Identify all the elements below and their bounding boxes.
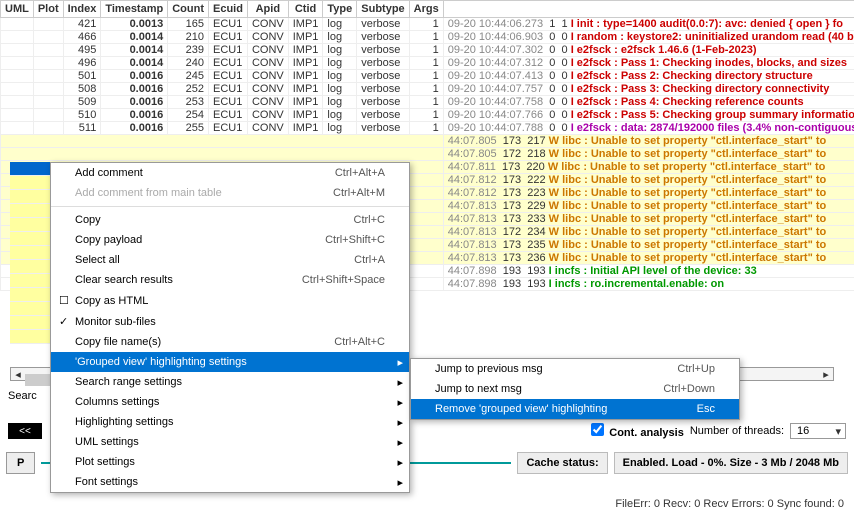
menu-search-range[interactable]: Search range settings▸ [51,372,409,392]
col-subtype[interactable]: Subtype [357,1,409,18]
menu-copy-payload[interactable]: Copy payloadCtrl+Shift+C [51,230,409,250]
table-row[interactable]: 4210.0013165ECU1CONVIMP1logverbose109-20… [1,18,854,31]
table-row[interactable]: 5080.0016252ECU1CONVIMP1logverbose109-20… [1,83,854,96]
col-index[interactable]: Index [63,1,101,18]
scroll-right-icon[interactable]: ▸ [819,368,833,380]
menu-add-comment[interactable]: Add commentCtrl+Alt+A [51,163,409,183]
menu-monitor-sub[interactable]: ✓Monitor sub-files [51,311,409,332]
menu-select-all[interactable]: Select allCtrl+A [51,250,409,270]
cont-analysis-checkbox[interactable]: Cont. analysis [591,423,684,439]
menu-copy-html[interactable]: ☐Copy as HTML [51,290,409,311]
table-row[interactable]: 5110.0016255ECU1CONVIMP1logverbose109-20… [1,122,854,135]
menu-columns[interactable]: Columns settings▸ [51,392,409,412]
submenu-grouped-highlighting[interactable]: Jump to previous msgCtrl+Up Jump to next… [410,358,740,420]
menu-add-comment-main: Add comment from main tableCtrl+Alt+M [51,183,409,203]
table-row[interactable]: 4960.0014240ECU1CONVIMP1logverbose109-20… [1,57,854,70]
table-row[interactable]: 4950.0014239ECU1CONVIMP1logverbose109-20… [1,44,854,57]
col-timestamp[interactable]: Timestamp [101,1,168,18]
col-ctid[interactable]: Ctid [288,1,323,18]
threads-select[interactable]: 16 [790,423,846,439]
col-uml[interactable]: UML [1,1,34,18]
menu-copy-filenames[interactable]: Copy file name(s)Ctrl+Alt+C [51,332,409,352]
nav-back-button[interactable]: << [8,423,42,439]
col-apid[interactable]: Apid [247,1,288,18]
context-menu[interactable]: Add commentCtrl+Alt+A Add comment from m… [50,162,410,493]
p-button[interactable]: P [6,452,35,474]
cache-status-label: Cache status: [517,452,607,474]
footer-stats: FileErr: 0 Recv: 0 Recv Errors: 0 Sync f… [615,498,844,510]
scroll-left-icon[interactable]: ◂ [11,368,25,380]
submenu-remove[interactable]: Remove 'grouped view' highlightingEsc [411,399,739,419]
submenu-prev[interactable]: Jump to previous msgCtrl+Up [411,359,739,379]
col-plot[interactable]: Plot [33,1,63,18]
table-row[interactable]: 5100.0016254ECU1CONVIMP1logverbose109-20… [1,109,854,122]
threads-label: Number of threads: [690,425,784,437]
search-label: Searc [8,390,37,402]
table-row[interactable]: 4660.0014210ECU1CONVIMP1logverbose109-20… [1,31,854,44]
col-count[interactable]: Count [168,1,209,18]
margin-column [10,162,50,344]
menu-copy[interactable]: CopyCtrl+C [51,210,409,230]
menu-highlighting[interactable]: Highlighting settings▸ [51,412,409,432]
cache-status-value: Enabled. Load - 0%. Size - 3 Mb / 2048 M… [614,452,848,474]
menu-font[interactable]: Font settings▸ [51,472,409,492]
col-ecuid[interactable]: Ecuid [208,1,247,18]
table-row[interactable]: 44:07.805 172 218 W libc : Unable to set… [1,148,854,161]
menu-plot[interactable]: Plot settings▸ [51,452,409,472]
col-type[interactable]: Type [323,1,357,18]
submenu-next[interactable]: Jump to next msgCtrl+Down [411,379,739,399]
menu-uml[interactable]: UML settings▸ [51,432,409,452]
col-args[interactable]: Args [409,1,443,18]
table-row[interactable]: 5010.0016245ECU1CONVIMP1logverbose109-20… [1,70,854,83]
table-row[interactable]: 44:07.805 173 217 W libc : Unable to set… [1,135,854,148]
menu-clear-search[interactable]: Clear search resultsCtrl+Shift+Space [51,270,409,290]
table-row[interactable]: 5090.0016253ECU1CONVIMP1logverbose109-20… [1,96,854,109]
menu-grouped-highlighting[interactable]: 'Grouped view' highlighting settings▸ [51,352,409,372]
